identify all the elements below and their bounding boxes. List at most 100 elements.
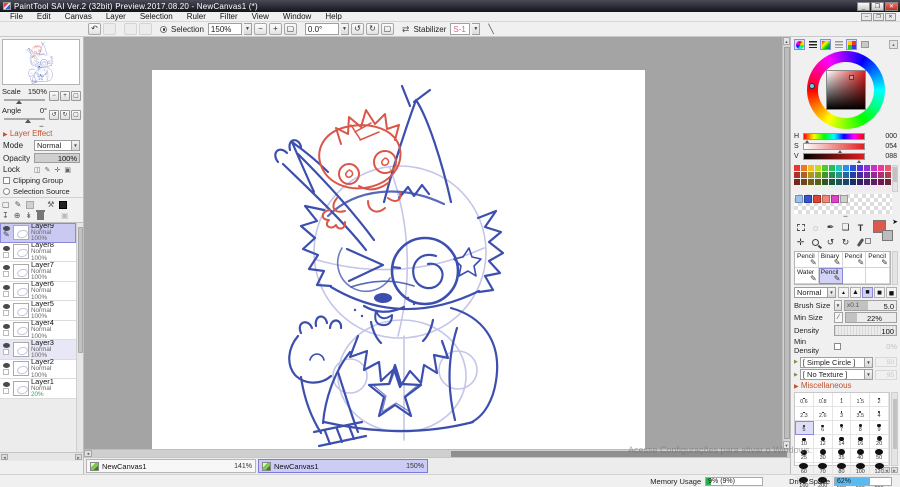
new-lineart-layer-icon[interactable]: ✎ [15, 200, 22, 210]
redo-button[interactable] [103, 23, 116, 35]
chevron-down-icon[interactable]: ▼ [827, 288, 835, 297]
scratchpad-toggle[interactable] [859, 39, 870, 50]
color-swatch[interactable] [843, 186, 849, 192]
toolgrid-scrollbar[interactable] [892, 251, 898, 285]
layer-row-layer1[interactable]: Layer1 Normal 20% [0, 377, 76, 399]
color-swatch[interactable] [871, 179, 877, 185]
clear-layer-icon[interactable]: ▣ [61, 211, 69, 221]
brush-size-40[interactable]: 40 [851, 449, 871, 463]
zoom-tool[interactable] [809, 236, 822, 249]
new-layer-icon[interactable]: ▢ [2, 200, 10, 210]
color-swatch[interactable] [857, 179, 863, 185]
brush-size-5[interactable]: 5 [795, 421, 814, 435]
brush-tip-button-2[interactable]: ■ [862, 287, 873, 298]
lock-paint-icon[interactable]: ✎ [45, 166, 51, 174]
brush-size-7[interactable]: 7 [832, 421, 852, 435]
hsv-slider-h[interactable] [803, 132, 865, 143]
visibility-eye-icon[interactable] [2, 245, 10, 251]
brush-size-4[interactable]: 4 [870, 407, 889, 421]
panel-collapse-button[interactable]: ▲ [889, 40, 898, 49]
canvas-hscroll-thumb[interactable] [451, 450, 787, 457]
color-swatch[interactable] [829, 179, 835, 185]
brush-size-dropdown-icon[interactable]: ▼ [834, 299, 842, 311]
tool-cell-pencil[interactable]: Pencil ✎ [818, 268, 843, 284]
brush-size-0.8[interactable]: 0.8 [813, 393, 833, 407]
canvas-tab-1[interactable]: NewCanvas1 150% [258, 459, 428, 473]
palette-scrollbar-thumb[interactable] [893, 167, 897, 182]
scale-reset-button[interactable]: ▢ [71, 91, 81, 101]
brush-size-10[interactable]: 10 [795, 435, 814, 449]
angle-slider[interactable] [4, 118, 45, 123]
color-swatch[interactable] [850, 179, 856, 185]
scale-plus-button[interactable]: + [60, 91, 70, 101]
canvas-vscroll-thumb[interactable] [783, 47, 790, 439]
secondary-color-chip[interactable] [882, 230, 893, 241]
color-swatch[interactable] [822, 186, 828, 192]
zoom-in-button[interactable]: + [268, 23, 282, 35]
scale-slider[interactable] [4, 99, 45, 104]
min-size-curve-icon[interactable]: ∕ [834, 312, 843, 323]
hsv-slider-s[interactable] [803, 142, 865, 153]
mask-icon[interactable]: ⚒ [47, 200, 54, 210]
child-close-button[interactable]: ✕ [885, 12, 896, 21]
menu-edit[interactable]: Edit [31, 12, 57, 21]
color-swatch[interactable] [885, 186, 891, 192]
brush-size-50[interactable]: 50 [870, 449, 889, 463]
drawing-canvas[interactable] [152, 70, 645, 449]
hue-marker[interactable] [808, 83, 815, 89]
lock-all-icon[interactable]: ▣ [64, 166, 71, 174]
swap-colors-icon[interactable] [865, 238, 871, 244]
layers-hscrollbar[interactable]: ◄ ► [0, 453, 83, 461]
delete-layer-icon[interactable] [36, 210, 46, 220]
brush-size-1.5[interactable]: 1.5 [851, 393, 871, 407]
color-swatch[interactable] [850, 172, 856, 178]
tool-cell-binary[interactable]: Binary ✎ [818, 252, 843, 268]
color-swatch[interactable] [878, 172, 884, 178]
menu-layer[interactable]: Layer [100, 12, 132, 21]
rgb-slider-toggle[interactable] [807, 39, 818, 50]
canvas-hscrollbar[interactable]: ◄ [84, 449, 790, 457]
color-swatch[interactable] [857, 186, 863, 192]
visibility-eye-icon[interactable] [2, 284, 10, 290]
color-swatch[interactable] [885, 172, 891, 178]
undo-button[interactable]: ↶ [88, 23, 101, 35]
menu-ruler[interactable]: Ruler [181, 12, 212, 21]
merge-down-icon[interactable]: ↡ [25, 211, 32, 221]
hand-tool[interactable]: ↻ [839, 236, 852, 249]
color-swatch[interactable] [850, 186, 856, 192]
brush-size-scrollbar-thumb[interactable] [892, 399, 897, 450]
rect-select-tool[interactable] [794, 221, 807, 234]
brush-size-14[interactable]: 14 [832, 435, 852, 449]
rotate-ccw-button[interactable]: ↺ [350, 23, 364, 35]
brush-size-16[interactable]: 16 [851, 435, 871, 449]
lock-move-icon[interactable]: ✛ [55, 166, 61, 174]
menu-help[interactable]: Help [319, 12, 347, 21]
min-density-checkbox[interactable] [834, 342, 841, 350]
zoom-field[interactable]: 150% [207, 23, 242, 35]
brush-size-6[interactable]: 6 [813, 421, 833, 435]
brush-shape-select[interactable]: [ Simple Circle ] ▼ [799, 356, 873, 368]
brush-size-2[interactable]: 2 [870, 393, 889, 407]
color-swatch[interactable] [801, 179, 807, 185]
angle-slider-marker[interactable] [24, 119, 31, 123]
angle-reset-button[interactable]: ▢ [380, 23, 394, 35]
scroll-down-icon[interactable]: ▼ [783, 441, 790, 449]
color-swatch[interactable] [864, 172, 870, 178]
color-swatch[interactable] [857, 172, 863, 178]
miscellaneous-header[interactable]: ▶ Miscellaneous [791, 380, 900, 391]
hsv-slider-toggle[interactable] [833, 39, 844, 50]
color-swatch[interactable] [801, 186, 807, 192]
menu-file[interactable]: File [4, 12, 29, 21]
brush-size-2.3[interactable]: 2.3 [795, 407, 814, 421]
brush-size-9[interactable]: 9 [870, 421, 889, 435]
custom-color-swatch[interactable] [840, 195, 848, 203]
visibility-eye-icon[interactable] [2, 265, 10, 271]
hsv-slider-v[interactable] [803, 152, 865, 163]
visibility-eye-icon[interactable] [2, 304, 10, 310]
minimize-button[interactable]: _ [857, 1, 870, 11]
menu-view[interactable]: View [246, 12, 275, 21]
text-tool[interactable]: T [854, 221, 867, 234]
color-swatch[interactable] [801, 165, 807, 171]
min-size-slider[interactable]: 22% [845, 312, 897, 323]
color-wheel[interactable] [806, 51, 885, 129]
